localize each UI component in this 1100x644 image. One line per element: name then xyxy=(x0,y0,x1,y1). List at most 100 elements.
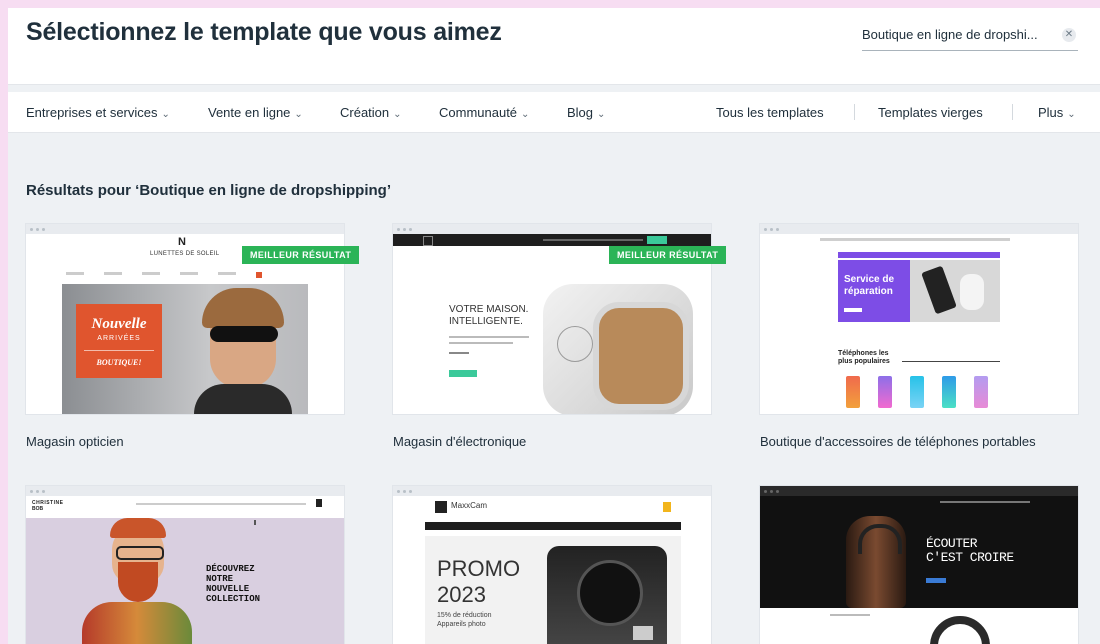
hero-banner: Service de réparation xyxy=(838,260,1000,322)
nav-item-vente[interactable]: Vente en ligne ⌄ xyxy=(208,105,303,120)
chevron-down-icon: ⌄ xyxy=(1067,109,1076,120)
template-name[interactable]: Magasin d'électronique xyxy=(393,434,526,449)
nav-item-label: Templates vierges xyxy=(878,105,983,120)
model-image xyxy=(846,516,906,608)
speaker-wood-ring xyxy=(593,302,689,410)
section-title-1: Téléphones les xyxy=(838,350,889,357)
browser-bar xyxy=(393,224,711,234)
nav-item-label: Entreprises et services xyxy=(26,105,158,120)
chevron-down-icon: ⌄ xyxy=(294,109,303,120)
sunglasses xyxy=(210,326,278,342)
best-result-badge: MEILLEUR RÉSULTAT xyxy=(609,246,727,264)
nav-item-blog[interactable]: Blog ⌄ xyxy=(567,105,605,120)
section-title-2: plus populaires xyxy=(838,358,890,365)
hero-banner: PROMO 2023 15% de réduction Appareils ph… xyxy=(425,536,681,644)
hero-banner: DÉCOUVREZ NOTRE NOUVELLE COLLECTION xyxy=(26,518,344,644)
phone-image xyxy=(846,376,860,408)
camera-image xyxy=(547,546,667,644)
browser-bar xyxy=(26,486,344,496)
search-input-value[interactable]: Boutique en ligne de dropshi... xyxy=(862,27,1038,42)
site-menu xyxy=(425,522,681,530)
promo-line: DÉCOUVREZ xyxy=(206,564,255,574)
promo-title: PROMO xyxy=(437,556,521,581)
hero-headline-1: ÉCOUTER xyxy=(926,536,978,551)
model-hair xyxy=(110,518,166,538)
eyeglasses xyxy=(116,546,164,560)
chevron-down-icon: ⌄ xyxy=(521,109,530,120)
site-brand: MaxxCam xyxy=(451,501,488,510)
promo-line: NOTRE xyxy=(206,574,234,584)
template-card-maxxcam[interactable]: MaxxCam PROMO 2023 15% de réduction Appa… xyxy=(393,486,711,644)
headphones-image xyxy=(930,616,990,644)
nav-item-creation[interactable]: Création ⌄ xyxy=(340,105,402,120)
best-result-badge: MEILLEUR RÉSULTAT xyxy=(242,246,360,264)
nav-item-communaute[interactable]: Communauté ⌄ xyxy=(439,105,529,120)
template-card-collection[interactable]: CHRISTINE BOB DÉCOUVREZ NOTRE NOUVELLE C… xyxy=(26,486,344,644)
template-card-accessoires[interactable]: Service de réparation Téléphones les plu… xyxy=(760,224,1078,414)
promo-button: BOUTIQUE! xyxy=(96,358,142,367)
nav-divider xyxy=(854,104,855,120)
promo-year: 2023 xyxy=(437,582,486,607)
hero-headline-1: VOTRE MAISON. xyxy=(449,304,529,315)
hero-headline-2: C'EST CROIRE xyxy=(926,550,1014,565)
hero-cta-button xyxy=(449,370,477,377)
page: Sélectionnez le template que vous aimez … xyxy=(8,8,1100,644)
nav-item-more[interactable]: Plus ⌄ xyxy=(1038,105,1076,120)
browser-bar xyxy=(26,224,344,234)
template-card-audio[interactable]: ÉCOUTER C'EST CROIRE xyxy=(760,486,1078,644)
product-strip xyxy=(760,608,1078,644)
nav-item-blank-templates[interactable]: Templates vierges xyxy=(878,105,983,120)
nav-item-label: Vente en ligne xyxy=(208,105,291,120)
browser-bar xyxy=(760,224,1078,234)
category-nav: Entreprises et services ⌄ Vente en ligne ⌄… xyxy=(8,92,1100,133)
hero-headline-2: INTELLIGENTE. xyxy=(449,316,523,327)
cart-icon xyxy=(663,502,671,512)
site-brand: LUNETTES DE SOLEIL xyxy=(150,251,220,257)
model-jacket xyxy=(82,602,192,644)
header: Sélectionnez le template que vous aimez … xyxy=(8,8,1100,85)
phone-image xyxy=(942,376,956,408)
model-shoulders xyxy=(194,384,292,414)
chevron-down-icon: ⌄ xyxy=(597,109,606,120)
model-hair xyxy=(202,288,284,328)
site-menu xyxy=(820,238,1010,241)
nav-item-label: Communauté xyxy=(439,105,518,120)
close-icon[interactable]: ✕ xyxy=(1062,28,1076,42)
site-menu xyxy=(940,501,1030,503)
promo-sub-1: 15% de réduction xyxy=(437,612,492,619)
nav-item-all-templates[interactable]: Tous les templates xyxy=(716,105,824,120)
site-logo xyxy=(435,501,447,513)
browser-bar xyxy=(393,486,711,496)
nav-item-label: Plus xyxy=(1038,105,1064,120)
nav-item-label: Blog xyxy=(567,105,594,120)
promo-sub-2: Appareils photo xyxy=(437,621,486,628)
nav-item-label: Création xyxy=(340,105,390,120)
chevron-down-icon: ⌄ xyxy=(393,109,402,120)
hero-title-1: Service de xyxy=(844,274,895,285)
phone-image xyxy=(910,376,924,408)
template-name[interactable]: Boutique d'accessoires de téléphones por… xyxy=(760,434,1036,449)
promo-subtitle: ARRIVÉES xyxy=(97,335,141,342)
phone-image xyxy=(974,376,988,408)
results-heading: Résultats pour ‘Boutique en ligne de dro… xyxy=(26,182,392,199)
hero-cta-button xyxy=(926,578,946,583)
site-menu xyxy=(66,272,306,278)
search-input[interactable]: Boutique en ligne de dropshi... ✕ xyxy=(862,20,1078,51)
promo-line: NOUVELLE xyxy=(206,584,250,594)
template-name[interactable]: Magasin opticien xyxy=(26,434,124,449)
hero-image: Nouvelle ARRIVÉES BOUTIQUE! xyxy=(62,284,308,414)
phone-image xyxy=(878,376,892,408)
model-beard xyxy=(118,562,158,602)
announcement-bar xyxy=(838,252,1000,258)
promo-box: Nouvelle ARRIVÉES BOUTIQUE! xyxy=(76,304,162,378)
site-logo: N xyxy=(178,236,186,248)
site-brand-2: BOB xyxy=(32,506,44,512)
promo-title: Nouvelle xyxy=(91,316,147,332)
smart-speaker-image xyxy=(543,284,693,414)
nav-item-entreprises[interactable]: Entreprises et services ⌄ xyxy=(26,105,170,120)
nav-item-label: Tous les templates xyxy=(716,105,824,120)
hero-title-2: réparation xyxy=(844,286,893,297)
page-title: Sélectionnez le template que vous aimez xyxy=(26,18,502,46)
nav-divider xyxy=(1012,104,1013,120)
site-header xyxy=(393,234,711,246)
